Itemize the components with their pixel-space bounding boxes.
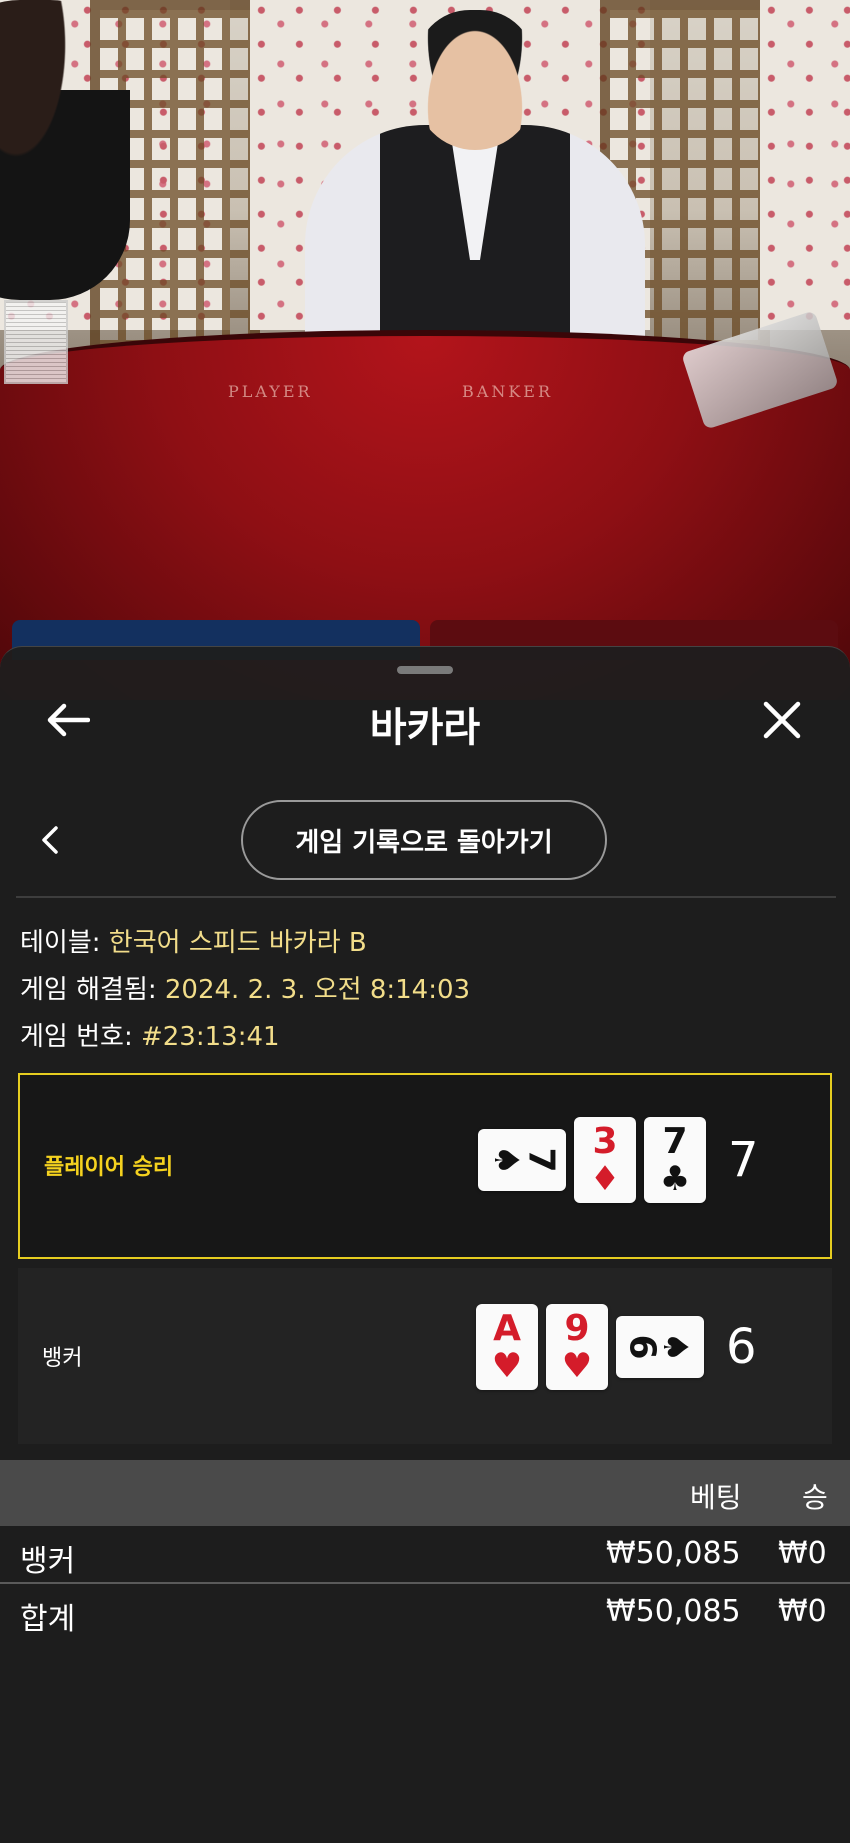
playing-card: A ♥ — [476, 1304, 538, 1390]
previous-game-button[interactable] — [30, 820, 70, 860]
table-info-label: 테이블: — [20, 928, 101, 958]
player-cards: ♠ 7 3 ♦ 7 ♣ 7 — [478, 1117, 759, 1203]
resolved-info-label: 게임 해결됨: — [20, 975, 157, 1005]
sheet-drag-handle[interactable] — [397, 666, 453, 674]
banker-result-label: 뱅커 — [42, 1346, 83, 1371]
dealer-figure — [305, 10, 715, 365]
player-score: 7 — [728, 1132, 759, 1188]
divider — [16, 896, 836, 898]
game-number-info: 게임 번호: #23:13:41 — [20, 1016, 280, 1053]
felt-player-label: PLAYER — [228, 382, 313, 401]
win-column-header: 승 — [802, 1481, 828, 1514]
playing-card: 7 ♣ — [644, 1117, 706, 1203]
playing-card: 3 ♦ — [574, 1117, 636, 1203]
card-rank: 3 — [592, 1121, 618, 1162]
blossom-painting-right — [760, 0, 850, 330]
card-rank: 7 — [520, 1147, 562, 1173]
banker-cards: A ♥ 9 ♥ 6 ♠ 6 — [476, 1304, 757, 1390]
player-result-row: 플레이어 승리 ♠ 7 3 ♦ 7 ♣ 7 — [18, 1073, 832, 1259]
game-number-value: #23:13:41 — [132, 1022, 280, 1052]
playing-card: 9 ♥ — [546, 1304, 608, 1390]
felt-banker-label: BANKER — [462, 382, 553, 401]
card-rank: A — [493, 1308, 521, 1349]
bet-total-row: 합계 ₩50,085 ₩0 — [0, 1584, 850, 1640]
card-suit: ♣ — [659, 1159, 691, 1199]
win-amount: ₩0 — [778, 1536, 827, 1571]
resolved-info: 게임 해결됨: 2024. 2. 3. 오전 8:14:03 — [20, 969, 470, 1006]
bet-table-header: 베팅 승 — [0, 1460, 850, 1526]
card-suit: ♥ — [491, 1346, 523, 1386]
card-suit: ♦ — [589, 1159, 621, 1199]
close-button[interactable] — [752, 690, 812, 750]
card-rank: 7 — [662, 1121, 688, 1162]
back-to-history-button[interactable]: 게임 기록으로 돌아가기 — [241, 800, 607, 880]
chevron-left-icon — [42, 826, 58, 854]
card-suit: ♥ — [561, 1346, 593, 1386]
assistant-figure — [0, 0, 130, 300]
table-info-value: 한국어 스피드 바카라 B — [100, 928, 367, 958]
playing-card: 6 ♠ — [616, 1316, 704, 1378]
table-info: 테이블: 한국어 스피드 바카라 B — [20, 922, 367, 959]
sheet-title: 바카라 — [369, 705, 481, 751]
game-number-label: 게임 번호: — [20, 1022, 133, 1052]
card-deck — [4, 300, 68, 384]
playing-card: ♠ 7 — [478, 1129, 566, 1191]
total-name: 합계 — [20, 1602, 76, 1637]
player-result-label: 플레이어 승리 — [44, 1155, 174, 1180]
card-suit: ♠ — [655, 1331, 696, 1363]
banker-score: 6 — [726, 1319, 757, 1375]
total-win-amount: ₩0 — [778, 1594, 827, 1629]
bet-name: 뱅커 — [20, 1544, 76, 1579]
resolved-info-value: 2024. 2. 3. 오전 8:14:03 — [156, 975, 471, 1005]
bet-row: 뱅커 ₩50,085 ₩0 — [0, 1526, 850, 1582]
live-video-background: PLAYER BANKER — [0, 0, 850, 700]
card-rank: 9 — [564, 1308, 590, 1349]
bet-amount: ₩50,085 — [606, 1536, 741, 1571]
bet-column-header: 베팅 — [690, 1481, 742, 1514]
close-icon — [763, 701, 801, 739]
card-suit: ♠ — [486, 1144, 527, 1176]
banker-result-row: 뱅커 A ♥ 9 ♥ 6 ♠ 6 — [18, 1268, 832, 1444]
total-bet-amount: ₩50,085 — [606, 1594, 741, 1629]
